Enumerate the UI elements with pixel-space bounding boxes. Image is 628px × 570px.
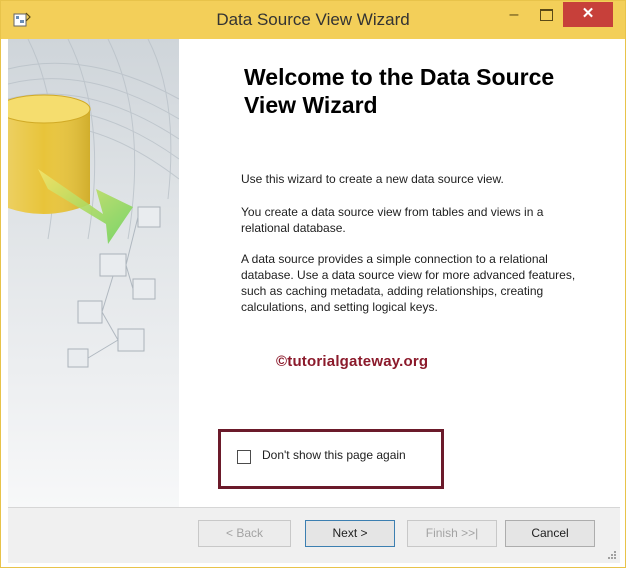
dont-show-again-label[interactable]: Don't show this page again — [262, 448, 406, 462]
title-bar[interactable]: Data Source View Wizard – ✕ — [1, 1, 625, 39]
wizard-window: Data Source View Wizard – ✕ Welcome to t… — [0, 0, 626, 568]
wizard-content: Welcome to the Data Source View Wizard U… — [8, 39, 620, 507]
cancel-button[interactable]: Cancel — [505, 520, 595, 547]
database-cylinder-illustration — [8, 39, 179, 507]
side-art-graphic — [8, 39, 179, 368]
back-button[interactable]: < Back — [198, 520, 291, 547]
description-paragraph: You create a data source view from table… — [241, 205, 544, 235]
details-paragraph: A data source provides a simple connecti… — [241, 252, 576, 314]
dont-show-again-checkbox[interactable] — [237, 450, 251, 464]
intro-paragraph: Use this wizard to create a new data sou… — [241, 172, 504, 186]
page-heading: Welcome to the Data Source View Wizard — [244, 64, 555, 118]
minimize-icon[interactable]: – — [499, 3, 529, 27]
close-icon[interactable]: ✕ — [563, 2, 613, 27]
next-button[interactable]: Next > — [305, 520, 395, 547]
finish-button[interactable]: Finish >>| — [407, 520, 497, 547]
maximize-icon[interactable] — [531, 3, 561, 27]
watermark-text: ©tutorialgateway.org — [276, 353, 429, 370]
resize-grip-icon[interactable] — [606, 549, 616, 559]
button-bar: < Back Next > Finish >>| Cancel — [8, 507, 620, 563]
